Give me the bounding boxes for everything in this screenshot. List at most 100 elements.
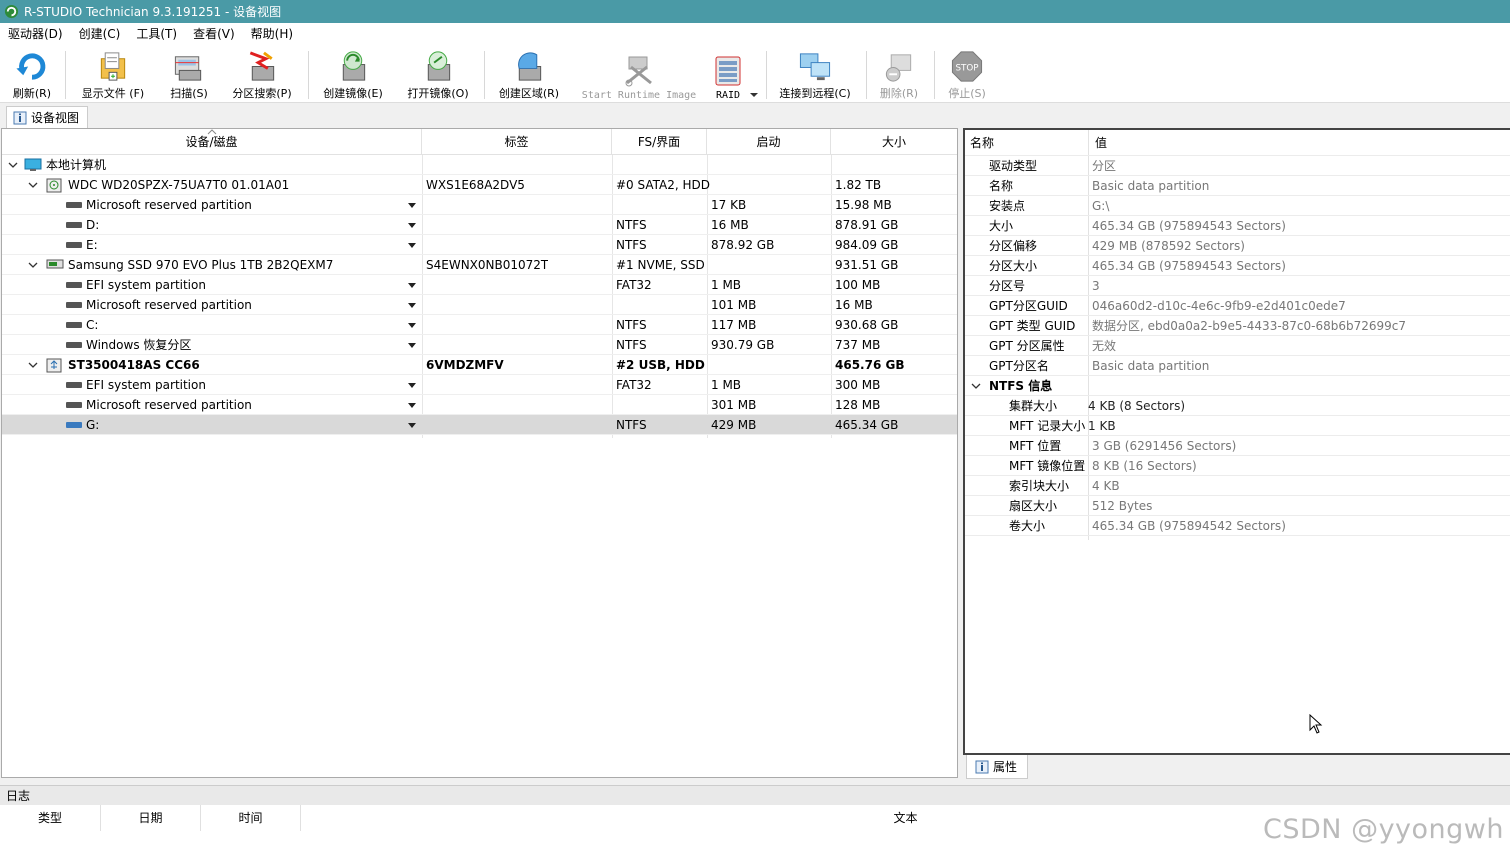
property-row[interactable]: 扇区大小 512 Bytes (965, 496, 1510, 516)
tree-item-start: 429 MB (711, 418, 757, 432)
log-column-type[interactable]: 类型 (0, 805, 101, 831)
create-image-button[interactable]: 创建镜像(E) (318, 49, 388, 101)
menu-view[interactable]: 查看(V) (185, 23, 243, 45)
chevron-down-icon[interactable] (26, 355, 40, 375)
property-row[interactable]: 分区大小 465.34 GB (975894543 Sectors) (965, 256, 1510, 276)
tree-row-partition[interactable]: EFI system partition FAT32 1 MB 100 MB (2, 275, 957, 295)
tab-device-view-label: 设备视图 (31, 111, 80, 125)
open-image-button[interactable]: 打开镜像(O) (404, 49, 472, 101)
chevron-down-icon[interactable] (26, 175, 40, 195)
property-row[interactable]: MFT 位置 3 GB (6291456 Sectors) (965, 436, 1510, 456)
column-header-size[interactable]: 大小 (831, 129, 957, 155)
property-row[interactable]: 分区偏移 429 MB (878592 Sectors) (965, 236, 1510, 256)
toolbar: 刷新(R) 显示文件 (F) 扫描(S) 分区搜索(P) 创建镜像(E) 打开镜… (0, 45, 1510, 103)
property-name: 分区大小 (989, 259, 1038, 273)
chevron-down-icon[interactable] (26, 255, 40, 275)
property-row[interactable]: 名称 Basic data partition (965, 176, 1510, 196)
partition-dropdown[interactable] (406, 395, 418, 415)
start-runtime-image-button[interactable]: Start Runtime Image (580, 49, 698, 101)
property-row[interactable]: GPT分区GUID 046a60d2-d10c-4e6c-9fb9-e2d401c… (965, 296, 1510, 316)
tree-row-partition-selected[interactable]: G: NTFS 429 MB 465.34 GB (2, 415, 957, 435)
property-value: G:\ (1092, 199, 1110, 213)
tree-item-start: 930.79 GB (711, 338, 775, 352)
tree-row-disk[interactable]: ST3500418AS CC66 6VMDZMFV #2 USB, HDD 46… (2, 355, 957, 375)
property-value: 4 KB (1092, 479, 1120, 493)
partition-dropdown[interactable] (406, 275, 418, 295)
partition-search-button[interactable]: 分区搜索(P) (228, 49, 296, 101)
property-row[interactable]: 安装点 G:\ (965, 196, 1510, 216)
tree-row-disk[interactable]: WDC WD20SPZX-75UA7T0 01.01A01 WXS1E68A2D… (2, 175, 957, 195)
stop-button[interactable]: STOP 停止(S) (944, 49, 990, 101)
tree-row-partition[interactable]: E: NTFS 878.92 GB 984.09 GB (2, 235, 957, 255)
window-title: R-STUDIO Technician 9.3.191251 - 设备视图 (24, 5, 282, 19)
property-row[interactable]: MFT 镜像位置 8 KB (16 Sectors) (965, 456, 1510, 476)
create-region-button[interactable]: 创建区域(R) (494, 49, 564, 101)
device-tree-pane: 设备/磁盘 标签 FS/界面 启动 大小 本地计算机 WDC WD20SPZX-… (1, 128, 958, 778)
column-header-label[interactable]: 标签 (422, 129, 612, 155)
property-name: MFT 记录大小 (1009, 419, 1086, 433)
log-column-date[interactable]: 日期 (101, 805, 201, 831)
property-row[interactable]: 大小 465.34 GB (975894543 Sectors) (965, 216, 1510, 236)
property-row[interactable]: MFT 记录大小 1 KB (965, 416, 1510, 436)
property-row[interactable]: 分区号 3 (965, 276, 1510, 296)
create-region-icon (518, 52, 542, 81)
connect-remote-button[interactable]: 连接到远程(C) (774, 49, 856, 101)
tab-device-view[interactable]: 设备视图 (6, 106, 89, 128)
property-row[interactable]: GPT 类型 GUID 数据分区, ebd0a0a2-b9e5-4433-87c0… (965, 316, 1510, 336)
log-column-time[interactable]: 时间 (201, 805, 301, 831)
tree-row-partition[interactable]: D: NTFS 16 MB 878.91 GB (2, 215, 957, 235)
info-icon (975, 760, 989, 773)
partition-dropdown[interactable] (406, 415, 418, 435)
column-header-size-label: 大小 (881, 135, 906, 149)
delete-label: 删除(R) (879, 87, 919, 100)
partition-dropdown[interactable] (406, 335, 418, 355)
chevron-down-icon (408, 402, 416, 408)
tree-row-partition[interactable]: Microsoft reserved partition 17 KB 15.98… (2, 195, 957, 215)
chevron-down-icon[interactable] (6, 155, 20, 175)
tree-item-start: 878.92 GB (711, 238, 775, 252)
tree-item-size: 300 MB (835, 378, 881, 392)
view-tab-strip: 设备视图 (0, 103, 1510, 128)
column-header-label-label: 标签 (504, 135, 529, 149)
tree-row-partition[interactable]: Windows 恢复分区 NTFS 930.79 GB 737 MB (2, 335, 957, 355)
raid-dropdown-button[interactable] (748, 49, 760, 101)
menu-create[interactable]: 创建(C) (71, 23, 129, 45)
property-row[interactable]: 集群大小 4 KB (8 Sectors) (965, 396, 1510, 416)
delete-icon (885, 54, 912, 82)
refresh-button[interactable]: 刷新(R) (8, 49, 56, 101)
partition-dropdown[interactable] (406, 295, 418, 315)
property-name: MFT 镜像位置 (1009, 459, 1086, 473)
column-header-fs[interactable]: FS/界面 (612, 129, 707, 155)
partition-dropdown[interactable] (406, 315, 418, 335)
menu-help[interactable]: 帮助(H) (243, 23, 301, 45)
partition-dropdown[interactable] (406, 375, 418, 395)
property-row[interactable]: GPT 分区属性 无效 (965, 336, 1510, 356)
menu-drive[interactable]: 驱动器(D) (0, 23, 71, 45)
tree-item-fs: #2 USB, HDD (616, 358, 705, 372)
property-row[interactable]: 索引块大小 4 KB (965, 476, 1510, 496)
tree-row-partition[interactable]: C: NTFS 117 MB 930.68 GB (2, 315, 957, 335)
tree-row-local-computer[interactable]: 本地计算机 (2, 155, 957, 175)
property-row[interactable]: GPT分区名 Basic data partition (965, 356, 1510, 376)
tab-properties[interactable]: 属性 (966, 755, 1029, 779)
chevron-down-icon[interactable] (969, 376, 983, 396)
property-group-ntfs[interactable]: NTFS 信息 (965, 376, 1510, 396)
show-files-button[interactable]: 显示文件 (F) (76, 49, 150, 101)
tree-row-partition[interactable]: Microsoft reserved partition 101 MB 16 M… (2, 295, 957, 315)
partition-dropdown[interactable] (406, 235, 418, 255)
property-value: 4 KB (8 Sectors) (1088, 399, 1186, 413)
title-bar: R-STUDIO Technician 9.3.191251 - 设备视图 (0, 0, 1510, 23)
column-header-start[interactable]: 启动 (707, 129, 831, 155)
scan-button[interactable]: 扫描(S) (166, 49, 212, 101)
tree-row-partition[interactable]: Microsoft reserved partition 301 MB 128 … (2, 395, 957, 415)
property-row[interactable]: 驱动类型 分区 (965, 156, 1510, 176)
partition-dropdown[interactable] (406, 195, 418, 215)
menu-tools[interactable]: 工具(T) (128, 23, 185, 45)
tree-row-disk[interactable]: Samsung SSD 970 EVO Plus 1TB 2B2QEXM7 S4… (2, 255, 957, 275)
partition-dropdown[interactable] (406, 215, 418, 235)
tree-row-partition[interactable]: EFI system partition FAT32 1 MB 300 MB (2, 375, 957, 395)
property-row[interactable]: 卷大小 465.34 GB (975894542 Sectors) (965, 516, 1510, 536)
chevron-down-icon (408, 342, 416, 348)
delete-button[interactable]: 删除(R) (876, 49, 922, 101)
raid-button[interactable]: RAID (710, 49, 746, 101)
